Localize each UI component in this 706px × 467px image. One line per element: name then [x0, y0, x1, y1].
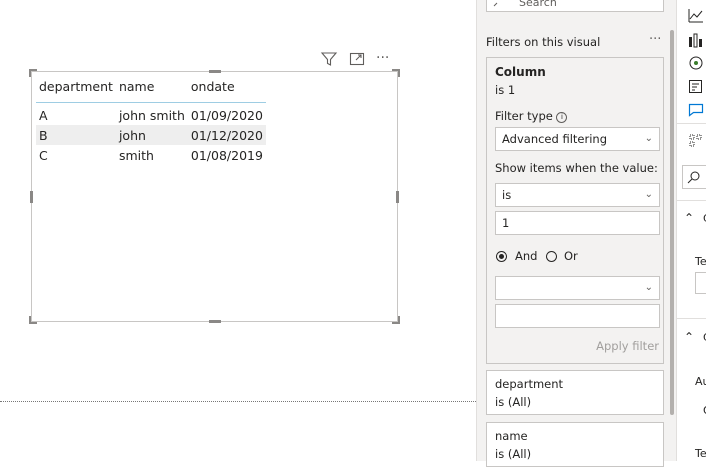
table-header-row: department name ondate [36, 78, 266, 103]
and-radio[interactable] [496, 251, 507, 262]
filter-card-department[interactable]: department is (All) [486, 370, 664, 415]
or-label: Or [564, 249, 578, 263]
filter-card-column[interactable]: Column is 1 Filter type i Advanced filte… [486, 57, 664, 364]
divider [677, 200, 706, 201]
table-cell: 01/09/2020 [190, 107, 263, 123]
table-row: C smith 01/08/2019 [36, 145, 266, 165]
table-cell: 01/08/2019 [190, 147, 263, 163]
condition1-value-input[interactable]: 1 [495, 211, 660, 235]
filters-section-title: Filters on this visual [486, 35, 601, 49]
chevron-up-icon[interactable]: ⌃ [684, 330, 694, 344]
filter-card-title: name [495, 429, 528, 443]
search-placeholder: Search [519, 0, 557, 9]
show-items-label: Show items when the value: [495, 161, 658, 175]
and-label: And [515, 249, 538, 263]
chevron-up-icon[interactable]: ⌃ [684, 211, 694, 225]
text-label-partial: Te [695, 255, 706, 268]
resize-corner-br[interactable] [392, 316, 400, 324]
table-cell: B [36, 125, 116, 145]
chevron-down-icon: ⌄ [644, 133, 653, 144]
slicer-icon[interactable] [688, 79, 704, 95]
column-header-ondate[interactable]: ondate [188, 78, 266, 103]
page-boundary [0, 401, 476, 402]
focus-mode-icon[interactable] [348, 50, 366, 68]
column-header-name[interactable]: name [116, 78, 188, 103]
filter-card-subtitle: is 1 [495, 83, 516, 97]
qa-visual-icon[interactable] [688, 102, 704, 118]
filter-type-dropdown[interactable]: Advanced filtering ⌄ [495, 127, 660, 151]
text-input-partial[interactable] [695, 272, 706, 294]
filters-search-input[interactable]: Search [486, 0, 664, 12]
condition1-operator-dropdown[interactable]: is ⌄ [495, 183, 660, 207]
divider [677, 318, 706, 319]
more-options-icon[interactable]: ··· [376, 50, 394, 68]
resize-handle-top[interactable] [209, 70, 221, 73]
resize-handle-left[interactable] [30, 191, 33, 203]
filter-type-label: Filter type i [495, 109, 568, 123]
filter-card-name[interactable]: name is (All) [486, 422, 664, 467]
filters-pane: Search Filters on this visual ··· Column… [476, 0, 676, 467]
resize-handle-bottom[interactable] [209, 320, 221, 323]
divider [677, 123, 706, 124]
chevron-down-icon: ⌄ [644, 189, 653, 200]
filter-card-title: department [495, 377, 564, 391]
visualizations-pane: ⌃ C Te ⌃ C Au O Te [676, 0, 706, 461]
or-radio[interactable] [546, 251, 557, 262]
globe-map-icon[interactable] [688, 55, 704, 71]
table-cell: john [115, 125, 188, 145]
table-cell: smith [118, 147, 154, 163]
resize-corner-tl[interactable] [29, 69, 37, 77]
table-cell: 01/12/2020 [187, 125, 266, 145]
line-chart-icon[interactable] [688, 8, 704, 24]
resize-corner-bl[interactable] [29, 316, 37, 324]
filter-card-subtitle: is (All) [495, 447, 532, 461]
search-icon [687, 170, 701, 187]
more-options-icon[interactable]: ··· [649, 32, 661, 47]
table-cell: C [39, 147, 48, 163]
condition2-value-input[interactable] [495, 304, 660, 328]
condition2-operator-dropdown[interactable]: ⌄ [495, 276, 660, 300]
resize-corner-tr[interactable] [392, 69, 400, 77]
apply-filter-button[interactable]: Apply filter [596, 339, 659, 353]
visual-header: ··· [320, 50, 400, 68]
filter-card-title: Column [495, 65, 546, 79]
ribbon-chart-icon[interactable] [688, 32, 704, 48]
table-visual[interactable]: department name ondate A john smith 01/0… [29, 69, 400, 324]
filters-scrollbar[interactable] [670, 30, 674, 415]
data-table: department name ondate A john smith 01/0… [36, 78, 266, 165]
chevron-down-icon: ⌄ [644, 282, 653, 293]
search-icon [493, 0, 503, 10]
report-canvas: ··· department name ondate A john smith [0, 0, 476, 461]
filter-card-subtitle: is (All) [495, 395, 532, 409]
text-label-partial: Au [695, 375, 706, 388]
info-icon[interactable]: i [556, 112, 568, 123]
table-cell: A [39, 107, 48, 123]
filter-icon[interactable] [320, 50, 338, 68]
table-row: B john 01/12/2020 [36, 125, 266, 145]
table-row: A john smith 01/09/2020 [36, 103, 266, 126]
resize-handle-right[interactable] [396, 191, 399, 203]
column-header-department[interactable]: department [36, 78, 116, 103]
fields-icon[interactable] [688, 133, 704, 149]
table-cell: john smith [118, 107, 185, 123]
text-label-partial: Te [695, 447, 706, 460]
viz-search-input[interactable] [682, 165, 706, 189]
